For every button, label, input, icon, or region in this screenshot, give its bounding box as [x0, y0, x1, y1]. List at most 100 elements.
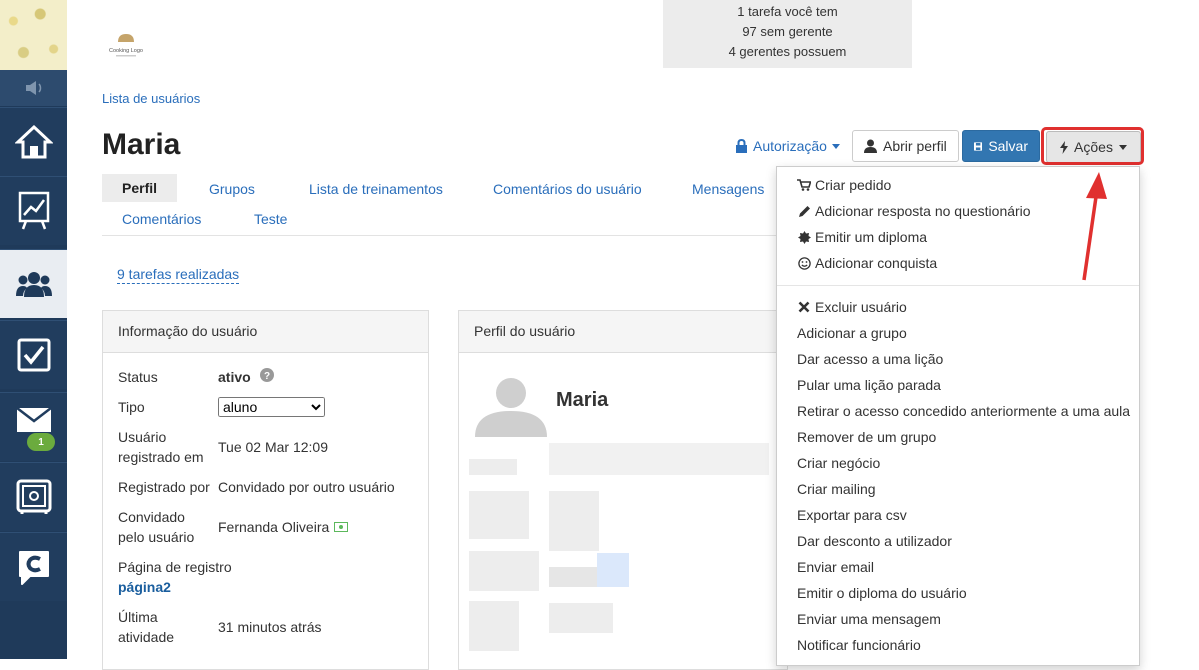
- chat-icon[interactable]: [0, 532, 67, 601]
- menu-create-order-label: Criar pedido: [815, 177, 892, 193]
- blurred-field: [549, 603, 613, 633]
- home-icon[interactable]: [0, 107, 67, 176]
- tab-profile[interactable]: Perfil: [102, 174, 178, 202]
- reg-page-link[interactable]: página2: [118, 577, 171, 597]
- stats-managers: 4 gerentes possuem: [728, 44, 847, 59]
- page-title: Maria: [102, 128, 181, 161]
- close-icon: [797, 301, 811, 313]
- blurred-field: [597, 553, 629, 587]
- tasks-done-link[interactable]: 9 tarefas realizadas: [117, 266, 240, 284]
- user-profile-panel: Perfil do usuário Maria: [458, 310, 788, 670]
- tab-comments[interactable]: Comentários: [122, 211, 201, 227]
- menu-create-mailing[interactable]: Criar mailing: [797, 480, 876, 498]
- tabs-divider: [102, 235, 778, 236]
- menu-skip-stalled-lesson[interactable]: Pular uma lição parada: [797, 376, 941, 394]
- user-info-panel: Informação do usuário Status ativo ? Tip…: [102, 310, 429, 670]
- type-label: Tipo: [118, 399, 145, 415]
- open-profile-button[interactable]: Abrir perfil: [852, 130, 959, 162]
- status-label: Status: [118, 369, 158, 385]
- highlight-box: [1041, 127, 1144, 165]
- authorization-dropdown[interactable]: Autorização: [735, 138, 840, 154]
- reg-page-label: Página de registro: [118, 559, 232, 575]
- cart-icon: [797, 179, 811, 191]
- breadcrumb[interactable]: Lista de usuários: [102, 91, 200, 106]
- invited-value: Fernanda Oliveira: [218, 519, 330, 535]
- tab-messages[interactable]: Mensagens: [692, 181, 764, 197]
- profile-name: Maria: [556, 389, 609, 411]
- registered-label-line1: Usuário: [118, 429, 167, 445]
- users-icon[interactable]: [0, 249, 67, 318]
- last-activity-value[interactable]: 31 minutos atrás: [218, 617, 322, 637]
- last-activity-label-line2: atividade: [118, 629, 175, 645]
- registered-by-label: Registrado por: [118, 479, 210, 495]
- user-info-title: Informação do usuário: [103, 311, 428, 353]
- mail-icon[interactable]: 1: [0, 392, 67, 461]
- safe-icon[interactable]: [0, 462, 67, 531]
- blurred-field: [549, 491, 599, 551]
- blurred-field: [469, 459, 517, 475]
- menu-add-quiz-answer[interactable]: Adicionar resposta no questionário: [797, 202, 1031, 220]
- menu-add-to-group[interactable]: Adicionar a grupo: [797, 324, 907, 342]
- invited-label: Convidado pelo usuário: [118, 507, 194, 547]
- last-activity-label: Última atividade: [118, 607, 174, 647]
- user-icon: [864, 139, 877, 153]
- menu-remove-from-group[interactable]: Remover de um grupo: [797, 428, 936, 446]
- registered-label: Usuário registrado em: [118, 427, 204, 467]
- tab-training-list[interactable]: Lista de treinamentos: [309, 181, 443, 197]
- menu-grant-lesson-access[interactable]: Dar acesso a uma lição: [797, 350, 943, 368]
- status-value: ativo: [218, 369, 251, 385]
- caret-down-icon: [831, 143, 840, 149]
- menu-create-deal[interactable]: Criar negócio: [797, 454, 880, 472]
- user-profile-title: Perfil do usuário: [459, 311, 787, 353]
- tab-user-comments[interactable]: Comentários do usuário: [493, 181, 642, 197]
- invited-label-line1: Convidado: [118, 509, 185, 525]
- menu-issue-diploma[interactable]: Emitir um diploma: [797, 228, 927, 246]
- menu-revoke-lesson-access[interactable]: Retirar o acesso concedido anteriormente…: [797, 402, 1130, 420]
- school-logo[interactable]: [0, 0, 67, 70]
- company-logo-text: Cooking Logo: [109, 48, 143, 54]
- help-icon[interactable]: ?: [260, 368, 274, 385]
- menu-delete-user[interactable]: Excluir usuário: [797, 298, 907, 316]
- avatar: [475, 369, 547, 437]
- pencil-icon: [797, 205, 811, 218]
- menu-issue-user-diploma[interactable]: Emitir o diploma do usuário: [797, 584, 967, 602]
- blurred-field: [469, 491, 529, 539]
- menu-notify-employee[interactable]: Notificar funcionário: [797, 636, 921, 654]
- tab-test[interactable]: Teste: [254, 211, 287, 227]
- tab-groups[interactable]: Grupos: [209, 181, 255, 197]
- announcement-icon[interactable]: [0, 70, 67, 106]
- registered-value: Tue 02 Mar 12:09: [218, 439, 328, 455]
- invited-label-line2: pelo usuário: [118, 529, 195, 545]
- smile-icon: [797, 256, 811, 270]
- certificate-icon: [797, 230, 811, 244]
- menu-add-achievement-label: Adicionar conquista: [815, 255, 938, 271]
- red-arrow: [1082, 172, 1107, 281]
- menu-delete-user-label: Excluir usuário: [815, 299, 907, 315]
- blurred-field: [469, 551, 539, 591]
- stats-tasks: 1 tarefa você tem: [737, 4, 838, 19]
- blurred-field: [469, 601, 519, 651]
- menu-send-email[interactable]: Enviar email: [797, 558, 874, 576]
- checkbox-icon[interactable]: [0, 320, 67, 389]
- save-button[interactable]: Salvar: [962, 130, 1040, 162]
- menu-create-order[interactable]: Criar pedido: [797, 176, 891, 194]
- id-card-icon[interactable]: [334, 522, 349, 532]
- stats-no-manager: 97 sem gerente: [742, 24, 833, 39]
- lock-icon: [736, 139, 747, 153]
- menu-add-quiz-answer-label: Adicionar resposta no questionário: [815, 203, 1031, 219]
- company-logo: Cooking Logo: [104, 28, 148, 64]
- registered-by-value: Convidado por outro usuário: [218, 479, 395, 495]
- floppy-icon: [974, 141, 983, 151]
- menu-issue-diploma-label: Emitir um diploma: [815, 229, 928, 245]
- menu-send-message[interactable]: Enviar uma mensagem: [797, 610, 941, 628]
- mail-badge: 1: [27, 433, 55, 451]
- chart-icon[interactable]: [0, 176, 67, 245]
- registered-label-line2: registrado em: [118, 449, 204, 465]
- type-select[interactable]: aluno: [218, 397, 325, 417]
- tabs: Perfil Grupos Lista de treinamentos Come…: [102, 174, 782, 227]
- menu-export-csv[interactable]: Exportar para csv: [797, 506, 907, 524]
- menu-add-achievement[interactable]: Adicionar conquista: [797, 254, 937, 272]
- invited-value-row: Fernanda Oliveira: [218, 517, 349, 537]
- menu-give-discount[interactable]: Dar desconto a utilizador: [797, 532, 952, 550]
- menu-divider: [777, 285, 1139, 286]
